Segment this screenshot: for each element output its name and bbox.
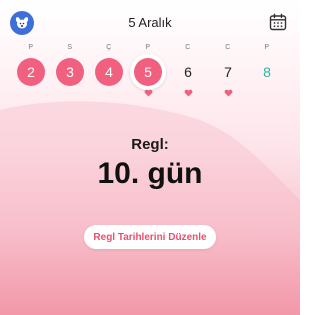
edit-period-dates-button[interactable]: Regl Tarihlerini Düzenle: [84, 225, 216, 249]
weekday-label: S: [67, 44, 73, 51]
top-bar: 5 Aralık: [0, 10, 300, 38]
heart-icon: [224, 89, 232, 97]
day-number: 2: [27, 64, 35, 80]
day-6[interactable]: 6: [174, 58, 202, 86]
period-day-value: 10. gün: [97, 157, 203, 190]
day-number: 8: [263, 64, 271, 80]
day-2[interactable]: 2: [17, 58, 45, 86]
day-number: 5: [144, 64, 152, 80]
day-number: 6: [184, 64, 192, 80]
day-number: 3: [66, 64, 74, 80]
day-number: 4: [105, 64, 113, 80]
weekday-label: P: [28, 44, 34, 51]
week-strip: 2 3 4 5 6 7 8: [0, 54, 300, 100]
day-5-today[interactable]: 5: [130, 54, 166, 90]
day-8[interactable]: 8: [253, 58, 281, 86]
weekday-label: C: [185, 44, 191, 51]
calendar-icon[interactable]: [269, 13, 287, 31]
day-number: 7: [224, 64, 232, 80]
day-3[interactable]: 3: [56, 58, 84, 86]
day-7[interactable]: 7: [214, 58, 242, 86]
weekday-label: C: [225, 44, 231, 51]
heart-icon: [184, 89, 192, 97]
weekday-label: P: [145, 44, 151, 51]
weekday-label: Ç: [106, 44, 112, 51]
period-label: Regl:: [131, 136, 169, 153]
page-title: 5 Aralık: [128, 15, 172, 30]
heart-icon: [144, 89, 152, 97]
day-4[interactable]: 4: [95, 58, 123, 86]
weekday-label: P: [264, 44, 270, 51]
